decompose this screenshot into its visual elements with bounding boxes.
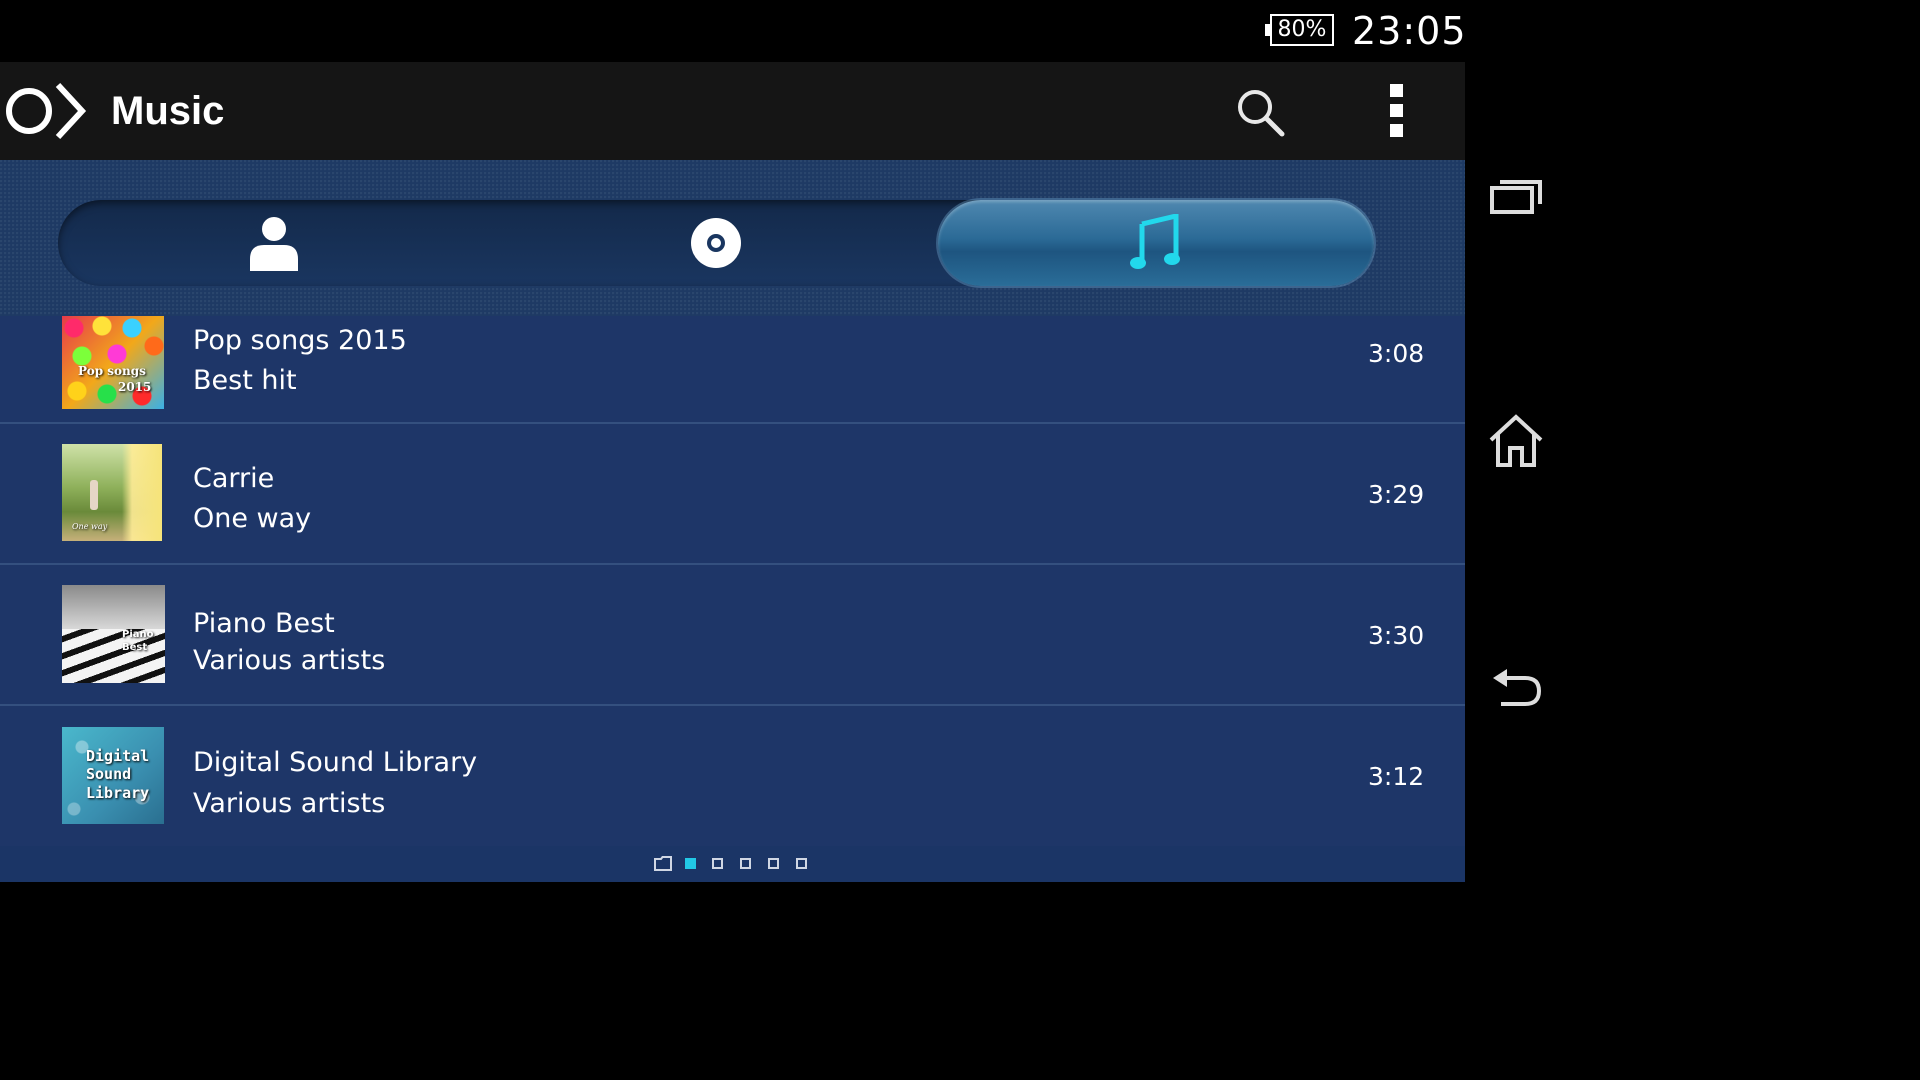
status-clock: 23:05 bbox=[1352, 9, 1467, 53]
album-art-text: One way bbox=[72, 522, 108, 531]
page-dot[interactable] bbox=[796, 858, 807, 869]
album-art-text: Piano bbox=[122, 629, 154, 640]
status-bar: 80% 23:05 bbox=[0, 0, 1568, 62]
song-title: Piano Best bbox=[193, 608, 335, 639]
disc-icon bbox=[691, 218, 741, 268]
list-item[interactable]: Piano Best Piano Best Various artists 3:… bbox=[0, 565, 1465, 706]
page-dot[interactable] bbox=[740, 858, 751, 869]
album-art: One way bbox=[62, 444, 162, 541]
tab-albums[interactable] bbox=[498, 200, 938, 286]
battery-indicator: 80% bbox=[1265, 14, 1334, 46]
home-icon[interactable] bbox=[1487, 414, 1545, 468]
album-art: Pop songs 2015 bbox=[62, 316, 164, 409]
album-art-text: Best bbox=[122, 642, 148, 653]
song-duration: 3:12 bbox=[1368, 762, 1425, 791]
list-item[interactable]: One way Carrie One way 3:29 bbox=[0, 424, 1465, 565]
category-tabs-area bbox=[0, 160, 1465, 316]
song-list: Pop songs 2015 Pop songs 2015 Best hit 3… bbox=[0, 316, 1465, 846]
overflow-menu-icon[interactable] bbox=[1386, 82, 1408, 140]
app-bar: Music bbox=[0, 62, 1465, 161]
song-title: Digital Sound Library bbox=[193, 747, 478, 778]
category-tabs bbox=[58, 200, 1374, 286]
person-icon bbox=[250, 217, 298, 271]
song-artist: Various artists bbox=[193, 788, 386, 819]
album-art: Piano Best bbox=[62, 585, 165, 683]
song-title: Pop songs 2015 bbox=[193, 325, 407, 356]
song-duration: 3:29 bbox=[1368, 480, 1425, 509]
page-dot[interactable] bbox=[685, 858, 696, 869]
app-logo-icon[interactable] bbox=[2, 79, 92, 143]
song-artist: Best hit bbox=[193, 365, 297, 396]
song-artist: Various artists bbox=[193, 645, 386, 676]
tab-songs[interactable] bbox=[938, 200, 1374, 286]
song-artist: One way bbox=[193, 503, 312, 534]
list-item[interactable]: Pop songs 2015 Pop songs 2015 Best hit 3… bbox=[0, 316, 1465, 424]
navigation-bar bbox=[1465, 62, 1568, 882]
album-art-text: Library bbox=[86, 784, 150, 802]
page-title: Music bbox=[111, 89, 225, 133]
album-art: Digital Sound Library bbox=[62, 727, 164, 824]
album-art-text: Pop songs bbox=[78, 364, 146, 378]
search-icon[interactable] bbox=[1234, 86, 1286, 138]
back-icon[interactable] bbox=[1491, 666, 1543, 708]
album-art-text: 2015 bbox=[118, 380, 152, 394]
list-item[interactable]: Digital Sound Library Digital Sound Libr… bbox=[0, 706, 1465, 846]
song-title: Carrie bbox=[193, 463, 275, 494]
tab-artists[interactable] bbox=[58, 200, 488, 286]
song-duration: 3:08 bbox=[1368, 339, 1425, 368]
album-art-text: Sound bbox=[86, 765, 132, 783]
page-indicator bbox=[0, 846, 1465, 882]
recent-apps-icon[interactable] bbox=[1489, 176, 1543, 216]
folder-icon[interactable] bbox=[654, 856, 672, 871]
music-note-icon bbox=[1130, 214, 1180, 269]
page-dot[interactable] bbox=[768, 858, 779, 869]
song-duration: 3:30 bbox=[1368, 621, 1425, 650]
page-dot[interactable] bbox=[712, 858, 723, 869]
album-art-text: Digital bbox=[86, 747, 150, 765]
